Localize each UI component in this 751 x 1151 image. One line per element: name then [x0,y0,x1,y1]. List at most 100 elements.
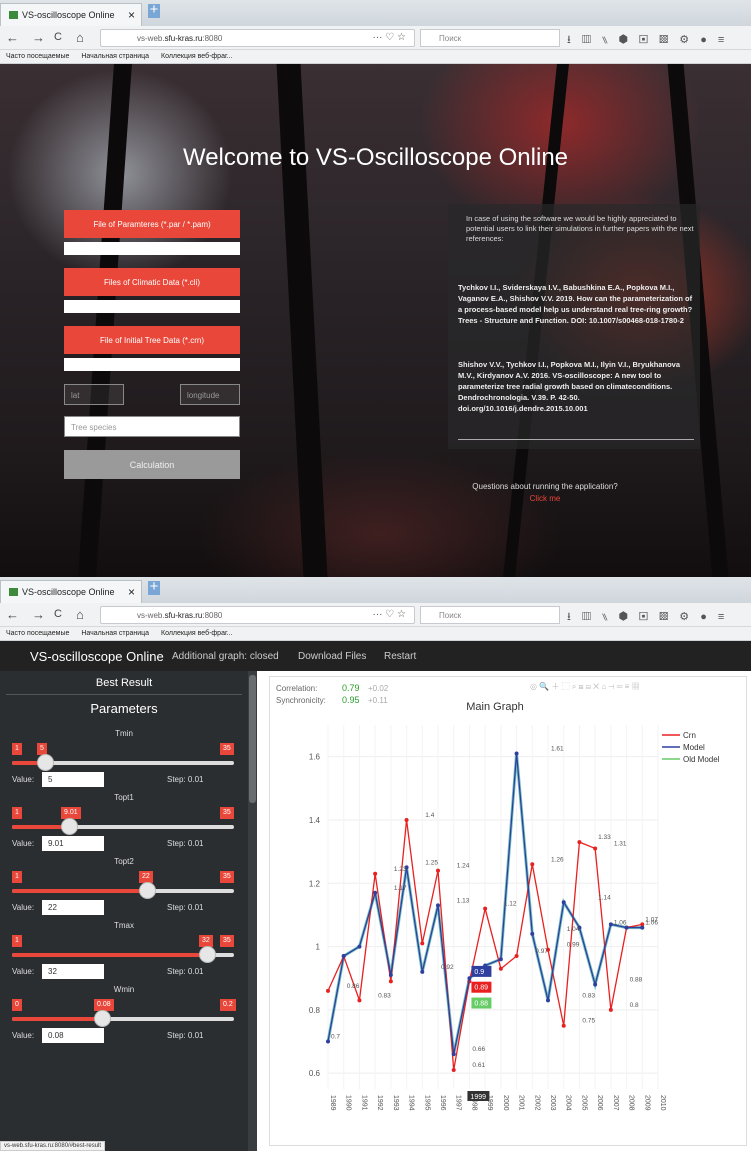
reload-icon[interactable]: C [54,31,62,43]
y-tick-label: 1 [316,943,321,952]
data-point-crn [577,840,582,845]
param-name: Topt1 [114,793,134,802]
bookmark-item[interactable]: Часто посещаемые [6,53,69,60]
climate-file-button[interactable]: Files of Climatic Data (*.cli) [64,268,240,296]
data-point-crn [530,862,535,867]
nav-additional-graph[interactable]: Additional graph: closed [172,651,279,662]
param-slider[interactable] [12,1010,234,1027]
y-tick-label: 1.4 [309,816,321,825]
browser-tab[interactable]: VS-oscilloscope Online × [0,580,142,603]
new-tab-button[interactable]: + [148,579,160,595]
bookmark-item[interactable]: Начальная страница [81,53,149,60]
data-point-crn [388,979,393,984]
data-point-model [640,925,645,930]
nav-download-files[interactable]: Download Files [298,651,366,662]
bookmark-item[interactable]: Начальная страница [81,630,149,637]
slider-handle[interactable] [61,818,78,835]
browser-tab[interactable]: VS-oscilloscope Online × [0,3,142,26]
browser-tabbar: VS-oscilloscope Online × + [0,0,751,26]
home-icon[interactable]: ⌂ [76,30,84,45]
param-value-input[interactable]: 9.01 [42,836,104,851]
main-graph[interactable]: Correlation: 0.79 +0.02 Synchronicity: 0… [270,677,746,1145]
bookmark-item[interactable]: Часто посещаемые [6,630,69,637]
plot-toolbar-icons[interactable]: ◎ 🔍 ＋ ⬚ ⌕ ⊞ ⊟ ✕ ⌂ ⊣ ═ ≡ ▦ [530,681,640,691]
data-label: 1.31 [614,840,627,847]
param-slider[interactable] [12,946,234,963]
param-value-input[interactable]: 5 [42,772,104,787]
data-label: 0.75 [582,1018,595,1025]
forward-icon[interactable]: → [32,607,45,622]
legend-label: Old Model [683,755,720,764]
data-point-model [546,998,550,1003]
data-point-crn [608,1007,613,1012]
slider-handle[interactable] [94,1010,111,1027]
param-file-field[interactable] [64,242,240,255]
data-label: 0.88 [630,977,643,984]
reload-icon[interactable]: C [54,608,62,620]
page-actions-icon[interactable]: ··· ♡ ☆ [373,32,406,43]
param-slider[interactable] [12,754,234,771]
tree-trunk [276,64,328,577]
climate-file-field[interactable] [64,300,240,313]
param-max-badge: 35 [220,871,234,883]
x-tick-label: 1995 [423,1095,430,1111]
data-point-model [530,931,535,936]
lat-input[interactable]: lat [64,384,124,405]
longitude-input[interactable]: longitude [180,384,240,405]
slider-handle[interactable] [199,946,216,963]
close-tab-icon[interactable]: × [128,8,135,22]
tree-file-button[interactable]: File of Initial Tree Data (*.crn) [64,326,240,354]
url-port: :8080 [202,611,223,620]
close-tab-icon[interactable]: × [128,585,135,599]
correlation-value: 0.79 [342,683,360,693]
param-slider[interactable] [12,818,234,835]
value-label: Value: [12,839,35,848]
param-file-button[interactable]: File of Paramteres (*.par / *.pam) [64,210,240,238]
plot-layer: 0.6 0.8 1 1.2 1.4 1.6 1989 1990 1991 1992 1993 1994… [309,725,720,1111]
bookmark-item[interactable]: Коллекция веб-фраг... [161,630,232,637]
x-tick-label: 1993 [392,1095,399,1111]
param-step: Step: 0.01 [167,1031,204,1040]
param-max-badge: 0.2 [220,999,236,1011]
best-result-button[interactable]: Best Result [0,677,248,689]
address-bar[interactable]: vs-web.sfu-kras.ru:8080 ··· ♡ ☆ [100,606,415,624]
param-value-input[interactable]: 32 [42,964,104,979]
param-max-badge: 35 [220,807,234,819]
data-label: 1.14 [598,894,611,901]
scrollbar-thumb[interactable] [249,675,256,803]
param-value-input[interactable]: 22 [42,900,104,915]
app-brand[interactable]: VS-oscilloscope Online [30,649,164,664]
toolbar-icons[interactable]: ⭳ ▥ ⑊ ⬢ ▣ ▩ ⚙ ● ≡ [567,31,728,50]
forward-icon[interactable]: → [32,30,45,45]
back-icon[interactable]: ← [6,30,19,45]
param-step: Step: 0.01 [167,839,204,848]
search-input[interactable]: Поиск [420,606,560,624]
param-slider[interactable] [12,882,234,899]
toolbar-icons[interactable]: ⭳ ▥ ⑊ ⬢ ▣ ▩ ⚙ ● ≡ [567,608,728,627]
info-text: In case of using the software we would b… [466,214,694,243]
new-tab-button[interactable]: + [148,2,160,18]
nav-restart[interactable]: Restart [384,651,416,662]
click-me-link[interactable]: Click me [440,494,650,503]
bookmark-item[interactable]: Коллекция веб-фраг... [161,53,232,60]
species-input[interactable]: Tree species [64,416,240,437]
calculation-button[interactable]: Calculation [64,450,240,479]
x-tick-label: 1989 [329,1095,336,1111]
data-label: 1.23 [394,866,407,873]
slider-handle[interactable] [139,882,156,899]
tree-file-field[interactable] [64,358,240,371]
page-actions-icon[interactable]: ··· ♡ ☆ [373,609,406,620]
data-point-model [388,973,393,978]
browser-tabbar: VS-oscilloscope Online × + [0,577,751,603]
address-bar[interactable]: vs-web.sfu-kras.ru:8080 ··· ♡ ☆ [100,29,415,47]
data-point-model [608,922,613,927]
back-icon[interactable]: ← [6,607,19,622]
browser-navbar: ← → C ⌂ vs-web.sfu-kras.ru:8080 ··· ♡ ☆ П… [0,26,751,50]
slider-handle[interactable] [37,754,54,771]
data-point-crn [326,988,330,993]
divider [6,694,242,695]
home-icon[interactable]: ⌂ [76,607,84,622]
param-value-input[interactable]: 0.08 [42,1028,104,1043]
search-input[interactable]: Поиск [420,29,560,47]
sidebar-scrollbar[interactable] [248,671,257,1151]
